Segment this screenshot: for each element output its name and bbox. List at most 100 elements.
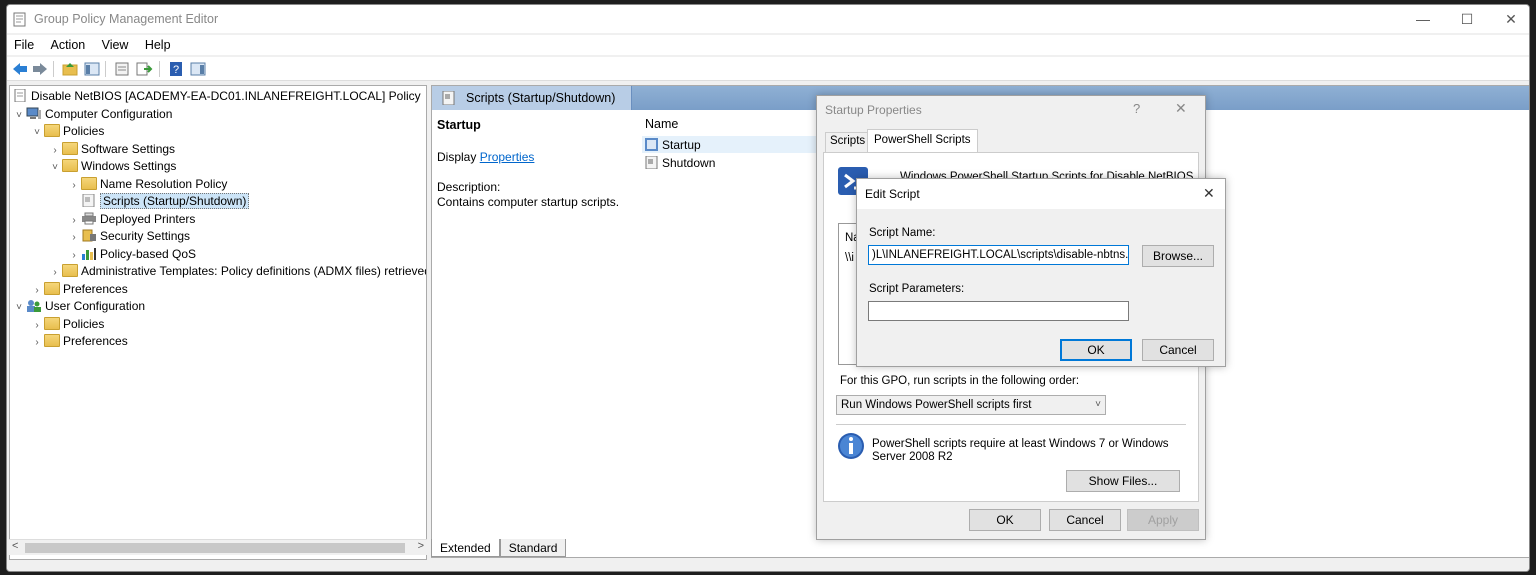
chevron-down-icon[interactable]: ˅ (30, 124, 44, 141)
show-action-pane-icon[interactable] (189, 60, 207, 78)
list-item-shutdown[interactable]: Shutdown (642, 154, 822, 171)
menu-view[interactable]: View (95, 35, 135, 52)
properties-icon[interactable] (113, 60, 131, 78)
folder-icon (62, 142, 78, 155)
details-header-title: Scripts (Startup/Shutdown) (466, 91, 616, 105)
menu-help[interactable]: Help (138, 35, 177, 52)
chevron-right-icon[interactable]: › (67, 229, 81, 246)
title-bar: Group Policy Management Editor — ☐ ✕ (7, 5, 1529, 33)
script-parameters-input[interactable] (868, 301, 1129, 321)
scrollbar-thumb[interactable] (25, 543, 405, 553)
tab-standard[interactable]: Standard (499, 539, 567, 557)
list-column-header-name[interactable]: Name (645, 117, 678, 131)
tree-item-administrative-templates[interactable]: › Administrative Templates: Policy defini… (48, 263, 426, 281)
tree-horizontal-scrollbar[interactable]: < > (9, 539, 427, 555)
folder-icon (81, 177, 97, 190)
tree-item-user-preferences[interactable]: › Preferences (30, 333, 128, 350)
chevron-right-icon[interactable]: › (67, 177, 81, 194)
app-window: Group Policy Management Editor — ☐ ✕ Fil… (6, 4, 1530, 572)
script-name-input[interactable]: )L\INLANEFREIGHT.LOCAL\scripts\disable-n… (868, 245, 1129, 265)
display-label: Display (437, 150, 477, 164)
list-item-startup[interactable]: Startup (642, 136, 822, 153)
tree-item-windows-settings[interactable]: ˅ Windows Settings (48, 158, 176, 175)
navigation-tree: Disable NetBIOS [ACADEMY-EA-DC01.INLANEF… (9, 85, 427, 560)
printer-icon (82, 212, 96, 225)
view-tabs: Extended Standard (431, 539, 567, 559)
back-icon[interactable] (11, 60, 29, 78)
tree-item-user-policies[interactable]: › Policies (30, 316, 104, 333)
menu-file[interactable]: File (7, 35, 40, 52)
folder-icon (62, 159, 78, 172)
policy-icon (14, 89, 26, 102)
export-list-icon[interactable] (135, 60, 153, 78)
tab-extended[interactable]: Extended (431, 539, 500, 557)
forward-icon[interactable] (31, 60, 49, 78)
script-name-label: Script Name: (869, 227, 936, 239)
tab-powershell-scripts[interactable]: PowerShell Scripts (867, 129, 978, 153)
svg-text:?: ? (173, 64, 179, 76)
tree-item-gpo-root[interactable]: Disable NetBIOS [ACADEMY-EA-DC01.INLANEF… (12, 88, 421, 105)
dialog-title: Startup Properties (825, 103, 922, 117)
chevron-right-icon[interactable]: › (30, 334, 44, 351)
edit-cancel-button[interactable]: Cancel (1142, 339, 1214, 361)
ok-button[interactable]: OK (969, 509, 1041, 531)
minimize-button[interactable]: — (1401, 9, 1445, 31)
chevron-right-icon[interactable]: › (48, 264, 62, 281)
apply-button[interactable]: Apply (1127, 509, 1199, 531)
tree-item-security-settings[interactable]: › Security Settings (67, 228, 190, 245)
chevron-right-icon[interactable]: › (48, 142, 62, 159)
up-folder-icon[interactable] (61, 60, 79, 78)
security-icon (82, 229, 96, 242)
bar-chart-icon (82, 248, 96, 260)
folder-icon (44, 282, 60, 295)
help-button[interactable]: ? (1133, 101, 1140, 116)
script-icon (442, 91, 455, 105)
display-properties-line: Display Properties (437, 150, 534, 164)
close-button[interactable]: ✕ (1489, 9, 1529, 31)
properties-link[interactable]: Properties (480, 150, 535, 164)
scroll-left-icon[interactable]: < (12, 540, 18, 552)
chevron-right-icon[interactable]: › (30, 282, 44, 299)
edit-dialog-close-button[interactable]: ✕ (1203, 185, 1215, 202)
tree-item-software-settings[interactable]: › Software Settings (48, 141, 175, 158)
tree-item-scripts-startup-shutdown[interactable]: Scripts (Startup/Shutdown) (67, 193, 250, 210)
show-files-button[interactable]: Show Files... (1066, 470, 1180, 492)
folder-icon (44, 124, 60, 137)
tree-item-user-configuration[interactable]: ˅ User Configuration (12, 298, 145, 315)
chevron-right-icon[interactable]: › (30, 317, 44, 334)
edit-ok-button[interactable]: OK (1060, 339, 1132, 361)
tree-item-computer-preferences[interactable]: › Preferences (30, 281, 128, 298)
tree-item-computer-configuration[interactable]: ˅ Computer Configuration (12, 106, 172, 123)
tab-scripts[interactable]: Scripts (825, 132, 871, 152)
chevron-right-icon[interactable]: › (67, 212, 81, 229)
tree-item-deployed-printers[interactable]: › Deployed Printers (67, 211, 195, 228)
chevron-right-icon[interactable]: › (67, 247, 81, 264)
startup-script-icon (645, 138, 658, 151)
maximize-button[interactable]: ☐ (1445, 9, 1489, 31)
folder-icon (44, 334, 60, 347)
divider (836, 424, 1186, 425)
cancel-button[interactable]: Cancel (1049, 509, 1121, 531)
folder-icon (62, 264, 78, 277)
menu-action[interactable]: Action (44, 35, 92, 52)
description-label: Description: (437, 180, 501, 194)
tree-item-policy-based-qos[interactable]: › Policy-based QoS (67, 246, 196, 263)
help-icon[interactable]: ? (167, 60, 185, 78)
chevron-down-icon[interactable]: ˅ (12, 299, 26, 316)
dialog-close-button[interactable]: ✕ (1175, 100, 1187, 117)
browse-button[interactable]: Browse... (1142, 245, 1214, 267)
toolbar: ? (7, 57, 1529, 81)
order-select[interactable]: Run Windows PowerShell scripts first ˅ (836, 395, 1106, 415)
status-bar (7, 561, 1529, 571)
script-parameters-label: Script Parameters: (869, 283, 965, 295)
show-hide-tree-icon[interactable] (83, 60, 101, 78)
tree-item-name-resolution-policy[interactable]: › Name Resolution Policy (67, 176, 227, 193)
scroll-right-icon[interactable]: > (418, 540, 424, 552)
tree-item-policies[interactable]: ˅ Policies (30, 123, 104, 140)
info-text: PowerShell scripts require at least Wind… (872, 438, 1169, 463)
script-icon (82, 194, 95, 207)
chevron-down-icon[interactable]: ˅ (12, 107, 26, 124)
chevron-down-icon[interactable]: ˅ (48, 159, 62, 176)
window-title: Group Policy Management Editor (34, 12, 219, 26)
order-label: For this GPO, run scripts in the followi… (840, 375, 1080, 387)
